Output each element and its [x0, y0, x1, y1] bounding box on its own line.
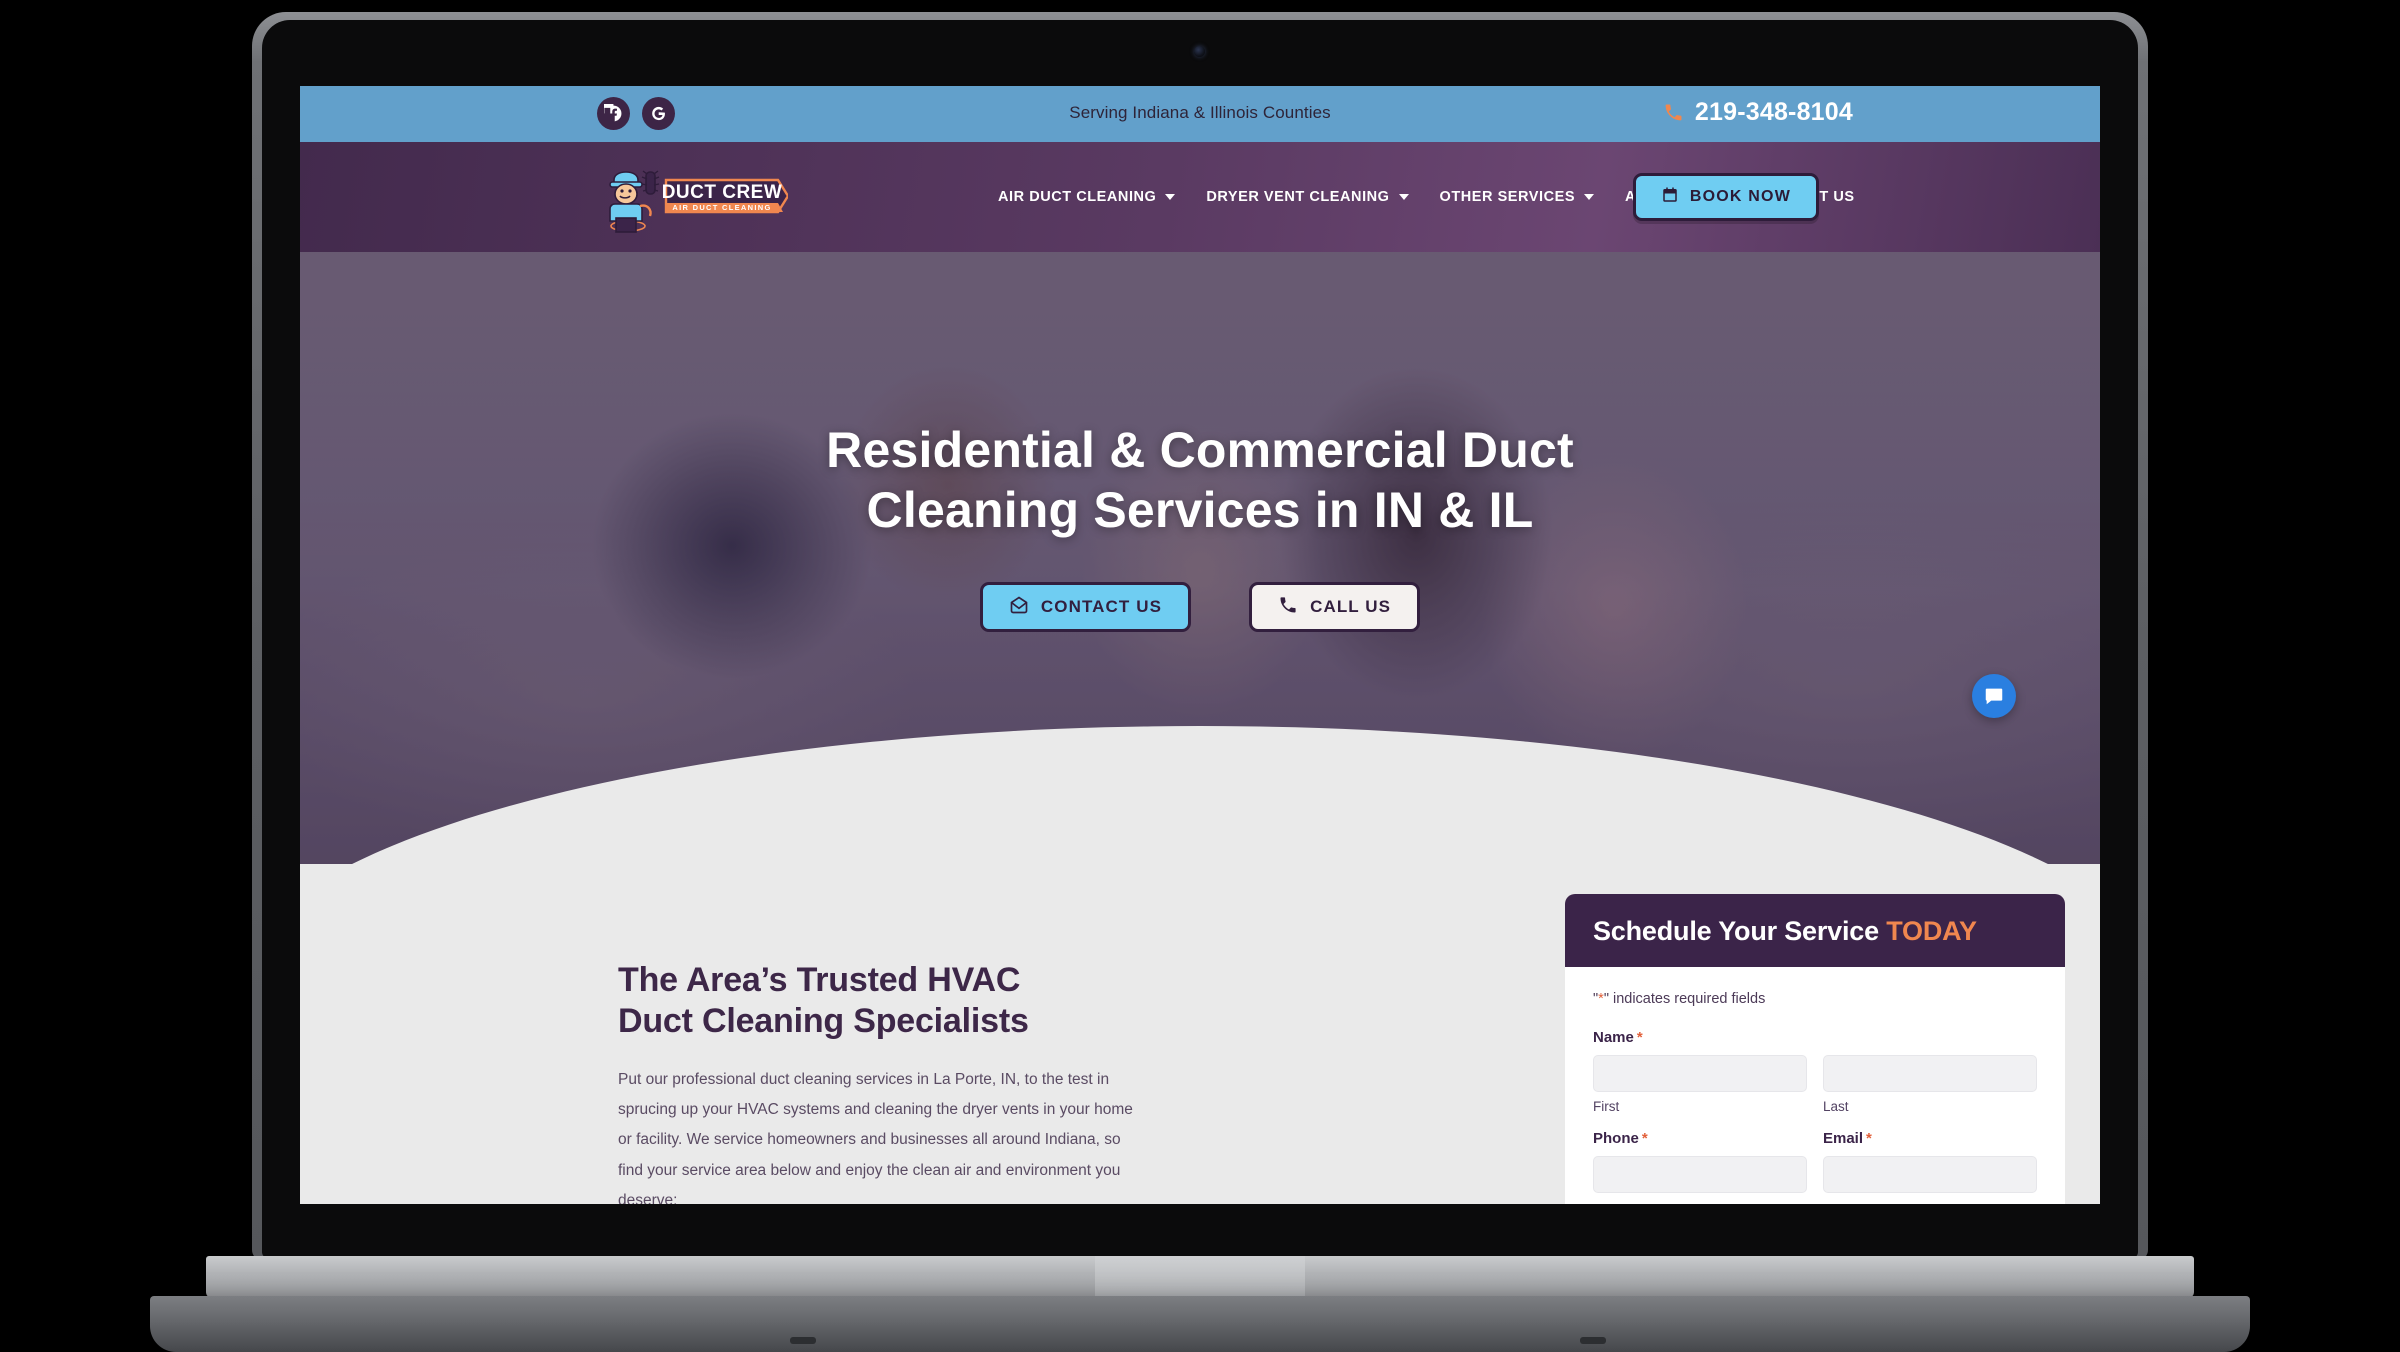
nav-label: DRYER VENT CLEANING: [1206, 189, 1390, 205]
svg-text:DUCT CREW: DUCT CREW: [662, 182, 783, 203]
nav-item-air-duct-cleaning[interactable]: AIR DUCT CLEANING: [998, 189, 1176, 205]
intro-text-block: The Area’s Trusted HVAC Duct Cleaning Sp…: [618, 960, 1138, 1204]
phone-icon: [1663, 102, 1684, 123]
hero-section: Residential & Commercial Duct Cleaning S…: [300, 252, 2100, 864]
nav-item-other-services[interactable]: OTHER SERVICES: [1440, 189, 1595, 205]
phone-link[interactable]: 219-348-8104: [1663, 98, 1853, 127]
main-navigation-bar: DUCT CREW AIR DUCT CLEANING AIR DUCT CLE…: [300, 142, 2100, 252]
hero-title-line-1: Residential & Commercial Duct: [826, 422, 1574, 478]
form-title-accent: TODAY: [1886, 916, 1977, 946]
phone-icon: [1278, 595, 1298, 620]
laptop-foot-right: [1580, 1337, 1606, 1344]
svg-text:AIR DUCT CLEANING: AIR DUCT CLEANING: [672, 203, 771, 212]
chevron-down-icon: [1398, 194, 1409, 200]
chat-bubble-icon[interactable]: [1972, 674, 2016, 718]
phone-field-group: Phone *: [1593, 1130, 1807, 1193]
hero-call-us-button[interactable]: CALL US: [1249, 582, 1421, 632]
laptop-mockup: Serving Indiana & Illinois Counties 219-…: [0, 0, 2400, 1352]
required-asterisk: *: [1866, 1130, 1872, 1147]
webcam-icon: [1194, 46, 1205, 57]
last-name-sublabel: Last: [1823, 1099, 1849, 1114]
hero-title-line-2: Cleaning Services in IN & IL: [866, 482, 1534, 538]
name-label: Name *: [1593, 1029, 2037, 1046]
form-title: Schedule Your Service TODAY: [1593, 916, 2037, 947]
email-label: Email *: [1823, 1130, 2037, 1147]
hero-buttons: CONTACT US CALL US: [300, 582, 2100, 632]
required-asterisk: *: [1641, 1130, 1648, 1147]
hero-content: Residential & Commercial Duct Cleaning S…: [300, 420, 2100, 632]
calendar-icon: [1661, 186, 1679, 209]
email-label-text: Email: [1823, 1130, 1864, 1147]
chevron-down-icon: [1584, 194, 1595, 200]
intro-title: The Area’s Trusted HVAC Duct Cleaning Sp…: [618, 960, 1138, 1043]
site-logo[interactable]: DUCT CREW AIR DUCT CLEANING: [588, 160, 790, 236]
required-fields-note: "*" indicates required fields: [1593, 991, 2037, 1007]
email-input[interactable]: [1823, 1156, 2037, 1193]
nav-label: OTHER SERVICES: [1439, 189, 1576, 205]
name-inputs-row: First Last: [1593, 1055, 2037, 1114]
hero-contact-us-button[interactable]: CONTACT US: [979, 582, 1192, 632]
form-body: "*" indicates required fields Name * Firs…: [1565, 967, 2065, 1204]
schedule-service-form: Schedule Your Service TODAY "*" indicate…: [1565, 894, 2065, 1204]
name-label-text: Name: [1593, 1029, 1634, 1046]
email-field-group: Email *: [1823, 1130, 2037, 1193]
phone-email-row: Phone * Email *: [1593, 1130, 2037, 1193]
phone-label: Phone *: [1593, 1130, 1807, 1147]
phone-number: 219-348-8104: [1694, 98, 1853, 126]
first-name-sublabel: First: [1593, 1099, 1620, 1114]
name-field-group: Name * First Last: [1593, 1029, 2037, 1114]
chevron-down-icon: [1165, 194, 1176, 200]
book-now-button[interactable]: BOOK NOW: [1632, 173, 1819, 221]
browser-viewport: Serving Indiana & Illinois Counties 219-…: [300, 86, 2100, 1204]
book-now-label: BOOK NOW: [1689, 188, 1791, 205]
phone-label-text: Phone: [1593, 1130, 1639, 1147]
first-name-wrapper: First: [1593, 1055, 1807, 1114]
laptop-foot-left: [790, 1337, 816, 1344]
intro-paragraph: Put our professional duct cleaning servi…: [618, 1070, 1133, 1204]
last-name-input[interactable]: [1823, 1055, 2037, 1092]
form-header: Schedule Your Service TODAY: [1565, 894, 2065, 967]
intro-title-line-1: The Area’s Trusted HVAC: [618, 961, 1021, 999]
last-name-wrapper: Last: [1823, 1055, 2037, 1114]
required-asterisk: *: [1636, 1029, 1643, 1046]
hero-contact-us-label: CONTACT US: [1040, 597, 1163, 616]
phone-input[interactable]: [1593, 1156, 1807, 1193]
top-utility-bar: Serving Indiana & Illinois Counties 219-…: [300, 86, 2100, 142]
first-name-input[interactable]: [1593, 1055, 1807, 1092]
nav-item-dryer-vent-cleaning[interactable]: DRYER VENT CLEANING: [1206, 189, 1409, 205]
required-note-suffix: " indicates required fields: [1603, 991, 1766, 1007]
form-title-text: Schedule Your Service: [1593, 916, 1887, 946]
hero-call-us-label: CALL US: [1310, 597, 1392, 616]
intro-title-line-2: Duct Cleaning Specialists: [618, 1002, 1029, 1041]
hero-title: Residential & Commercial Duct Cleaning S…: [700, 420, 1700, 540]
open-envelope-icon: [1009, 595, 1029, 620]
nav-label: AIR DUCT CLEANING: [998, 189, 1157, 205]
